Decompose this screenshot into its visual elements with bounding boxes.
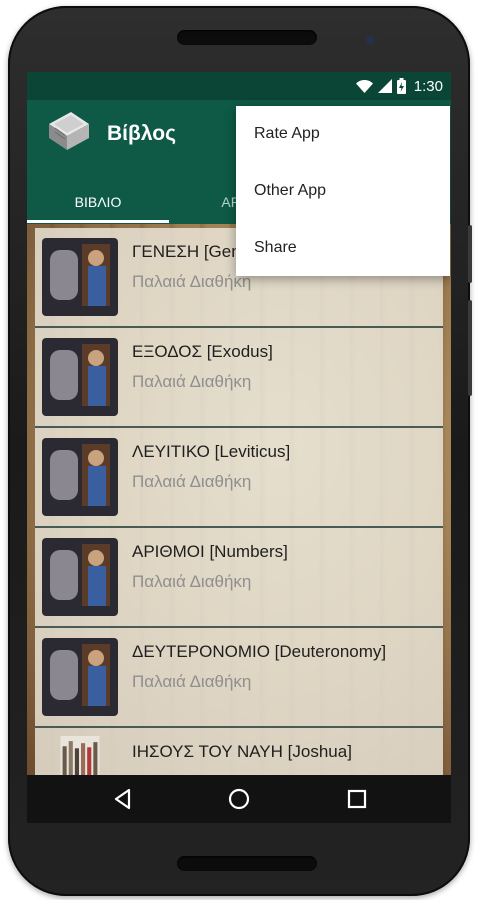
book-testament: Παλαιά Διαθήκη — [132, 572, 252, 591]
book-list[interactable]: ΓΕΝΕΣΗ [Genesis] Παλαιά Διαθήκη ΕΞΟΔΟΣ [… — [35, 228, 443, 775]
power-button — [468, 225, 472, 283]
book-title: ΑΡΙΘΜΟΙ [Numbers] — [132, 542, 288, 561]
tab-book[interactable]: ΒΙΒΛΙΟ — [27, 182, 169, 222]
book-list-background: ΓΕΝΕΣΗ [Genesis] Παλαιά Διαθήκη ΕΞΟΔΟΣ [… — [27, 224, 451, 775]
home-icon[interactable] — [227, 787, 251, 811]
list-item[interactable]: ΛΕΥΙΤΙΚΟ [Leviticus] Παλαιά Διαθήκη — [35, 428, 443, 528]
book-testament: Παλαιά Διαθήκη — [132, 672, 252, 691]
recents-icon[interactable] — [345, 787, 369, 811]
menu-item-rate-app[interactable]: Rate App — [236, 106, 450, 162]
cell-signal-icon — [377, 79, 392, 93]
book-title: ΙΗΣΟΥΣ ΤΟΥ ΝΑΥΗ [Joshua] — [132, 742, 352, 761]
moses-tablets-thumbnail — [42, 338, 118, 416]
overflow-menu: Rate App Other App Share — [236, 106, 450, 276]
moses-tablets-thumbnail — [42, 638, 118, 716]
menu-item-share[interactable]: Share — [236, 220, 450, 276]
crowd-thumbnail — [60, 736, 100, 775]
moses-tablets-thumbnail — [42, 538, 118, 616]
moses-tablets-thumbnail — [42, 238, 118, 316]
book-testament: Παλαιά Διαθήκη — [132, 472, 252, 491]
earpiece-speaker — [177, 30, 317, 45]
list-item[interactable]: ΕΞΟΔΟΣ [Exodus] Παλαιά Διαθήκη — [35, 328, 443, 428]
list-item[interactable]: ΔΕΥΤΕΡΟΝΟΜΙΟ [Deuteronomy] Παλαιά Διαθήκ… — [35, 628, 443, 728]
book-testament: Παλαιά Διαθήκη — [132, 372, 252, 391]
wifi-icon — [355, 79, 373, 93]
navigation-bar — [27, 775, 451, 823]
book-title: ΔΕΥΤΕΡΟΝΟΜΙΟ [Deuteronomy] — [132, 642, 387, 661]
menu-item-other-app[interactable]: Other App — [236, 163, 450, 219]
volume-button — [468, 300, 472, 396]
battery-charging-icon — [396, 78, 406, 94]
moses-tablets-thumbnail — [42, 438, 118, 516]
app-title: Βίβλος — [107, 122, 176, 145]
bottom-speaker — [177, 856, 317, 871]
list-item[interactable]: ΙΗΣΟΥΣ ΤΟΥ ΝΑΥΗ [Joshua] — [35, 728, 443, 775]
book-testament: Παλαιά Διαθήκη — [132, 272, 252, 291]
tab-indicator — [27, 220, 169, 223]
bible-book-icon — [49, 112, 89, 150]
status-bar: 1:30 — [27, 72, 451, 100]
front-camera — [366, 35, 375, 44]
status-clock: 1:30 — [413, 77, 443, 95]
back-icon[interactable] — [111, 787, 135, 811]
book-title: ΛΕΥΙΤΙΚΟ [Leviticus] — [132, 442, 291, 461]
list-item[interactable]: ΑΡΙΘΜΟΙ [Numbers] Παλαιά Διαθήκη — [35, 528, 443, 628]
book-title: ΕΞΟΔΟΣ [Exodus] — [132, 342, 273, 361]
screen: 1:30 Βίβλος ΒΙΒΛΙΟ ΑΡΓΟ — [27, 72, 451, 775]
